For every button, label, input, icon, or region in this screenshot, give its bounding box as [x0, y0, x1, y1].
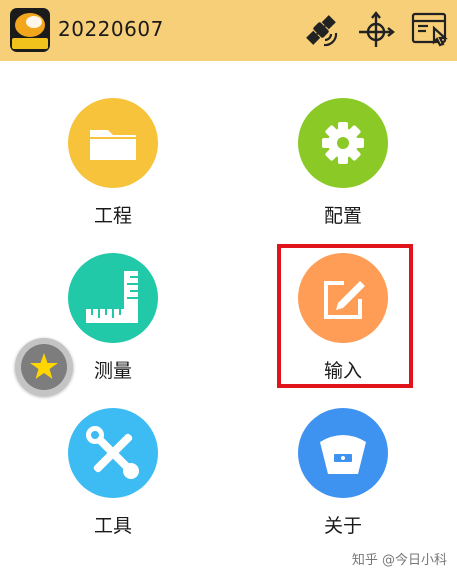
app-title: 20220607	[58, 17, 164, 41]
highlight-box	[277, 244, 413, 388]
tile-tools-circle[interactable]	[68, 408, 158, 498]
watermark: 知乎 @今日小科	[351, 553, 447, 568]
tile-tools-label: 工具	[93, 515, 132, 537]
tile-project-circle[interactable]	[68, 98, 158, 188]
tile-project[interactable]: 工程	[43, 98, 183, 248]
crosshair-icon[interactable]	[356, 10, 396, 50]
window-pointer-icon[interactable]	[410, 10, 450, 50]
tile-config[interactable]: 配置	[273, 98, 413, 248]
tile-config-circle[interactable]	[298, 98, 388, 188]
tools-icon	[86, 426, 139, 479]
tile-about[interactable]: 关于	[273, 408, 413, 558]
gear-icon	[322, 122, 364, 164]
tile-about-circle[interactable]	[298, 408, 388, 498]
ruler-icon	[86, 271, 138, 323]
favorite-floating-button[interactable]	[15, 338, 73, 396]
tile-about-label: 关于	[323, 515, 362, 537]
star-icon	[30, 353, 58, 379]
tile-tools[interactable]: 工具	[43, 408, 183, 558]
app-logo	[10, 8, 50, 52]
satellite-icon[interactable]	[301, 10, 341, 50]
app-header: 20220607	[0, 0, 457, 61]
tile-config-label: 配置	[323, 205, 362, 227]
tile-project-label: 工程	[93, 205, 132, 227]
receiver-icon	[320, 435, 366, 474]
folder-icon	[90, 130, 136, 160]
tile-measure-circle[interactable]	[68, 253, 158, 343]
